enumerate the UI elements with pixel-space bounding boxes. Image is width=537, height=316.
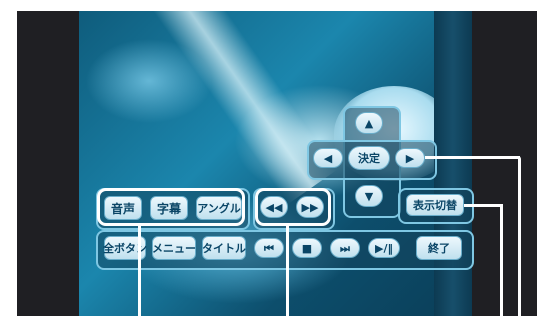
arrow-up-icon: ▲ (364, 116, 374, 130)
skip-back-icon: ⏮ (264, 241, 274, 255)
skip-forward-button[interactable]: ⏭ (330, 238, 360, 258)
arrow-left-icon: ◀ (323, 151, 333, 165)
arrow-down-button[interactable]: ▼ (355, 185, 383, 207)
callout-line-dpad-v (518, 156, 521, 316)
skip-forward-icon: ⏭ (340, 241, 350, 255)
screenshot-frame: ▲ ▼ ◀ ▶ 決定 音声 字幕 アングル ◀◀ ▶▶ 表示切替 全ボタン メニ… (0, 0, 537, 316)
audio-group-highlight (97, 188, 245, 226)
callout-line-toggle-v (500, 204, 503, 316)
arrow-up-button[interactable]: ▲ (355, 112, 383, 134)
menu-button[interactable]: メニュー (152, 236, 196, 260)
letterbox-right (472, 11, 537, 316)
callout-line-seek (286, 226, 289, 316)
arrow-right-icon: ▶ (405, 151, 415, 165)
skip-back-button[interactable]: ⏮ (254, 238, 284, 258)
letterbox-left (17, 11, 79, 316)
arrow-right-button[interactable]: ▶ (395, 148, 425, 168)
play-pause-icon: ▶/‖ (375, 241, 393, 255)
seek-group-highlight (255, 188, 331, 226)
stop-button[interactable]: ■ (292, 238, 322, 258)
title-button[interactable]: タイトル (202, 236, 246, 260)
callout-line-dpad-h (425, 156, 520, 159)
player-screen (17, 11, 537, 316)
callout-line-audio (138, 226, 141, 316)
curtain (434, 11, 472, 316)
arrow-left-button[interactable]: ◀ (313, 148, 343, 168)
exit-button[interactable]: 終了 (416, 236, 462, 260)
display-toggle-button[interactable]: 表示切替 (406, 194, 464, 216)
enter-button[interactable]: 決定 (348, 146, 390, 170)
stop-icon: ■ (301, 241, 313, 255)
callout-line-toggle-h (464, 204, 502, 207)
arrow-down-icon: ▼ (364, 189, 374, 203)
play-pause-button[interactable]: ▶/‖ (368, 238, 400, 258)
